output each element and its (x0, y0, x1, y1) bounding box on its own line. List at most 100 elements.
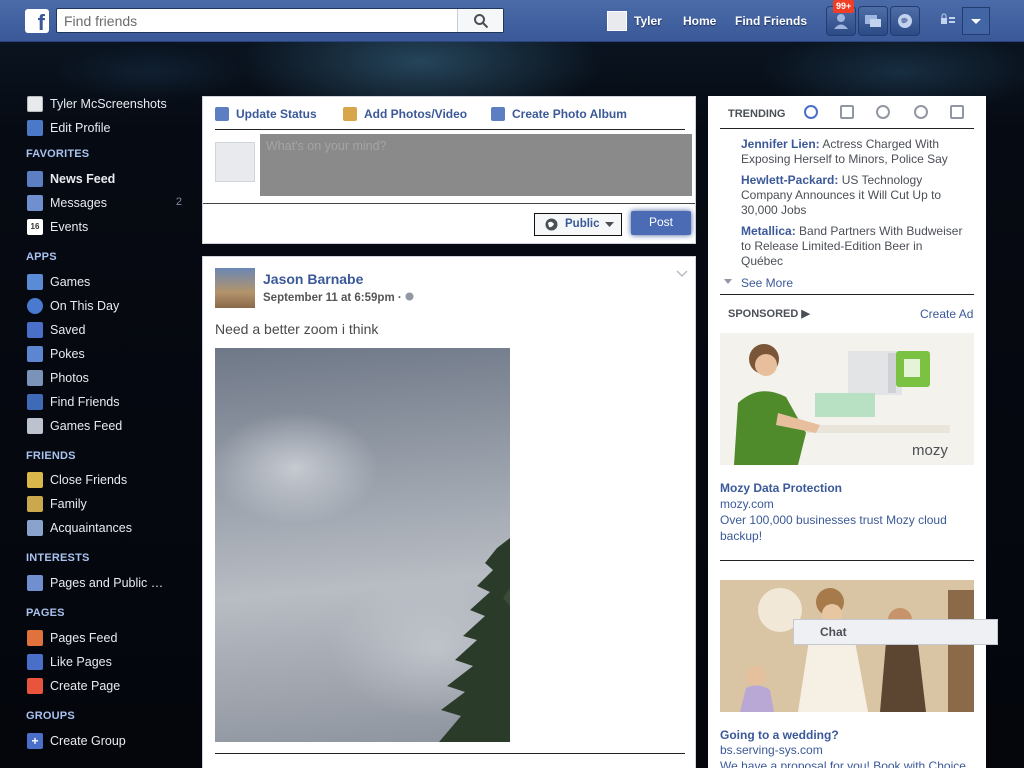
nav-acquaintances[interactable]: Acquaintances (27, 519, 197, 539)
trending-politics-icon[interactable] (840, 105, 854, 119)
pokes-icon (27, 346, 43, 362)
nav-on-this-day[interactable]: On This Day (27, 297, 197, 317)
section-friends: FRIENDS (26, 450, 76, 462)
trending-science-icon[interactable] (876, 105, 890, 119)
find-friends-link[interactable]: Find Friends (735, 14, 807, 28)
privacy-shortcuts-icon[interactable] (940, 13, 956, 27)
trending-item[interactable]: Jennifer Lien: Actress Charged With Expo… (741, 137, 966, 167)
news-feed-icon (27, 171, 43, 187)
chevron-down-icon[interactable] (676, 270, 688, 278)
notifications-jewel-button[interactable] (890, 6, 920, 36)
search-button[interactable] (457, 9, 503, 32)
composer-divider (215, 129, 685, 130)
account-menu-button[interactable] (962, 7, 990, 35)
profile-link[interactable]: Tyler (634, 14, 662, 28)
acquaintances-icon (27, 520, 43, 536)
nav-like-pages-label: Like Pages (50, 655, 112, 669)
tab-create-album[interactable]: Create Photo Album (491, 107, 627, 121)
nav-events[interactable]: 16 Events (27, 218, 197, 238)
ad-title[interactable]: Mozy Data Protection (720, 481, 842, 495)
nav-profile[interactable]: Tyler McScreenshots (27, 95, 197, 115)
author-name[interactable]: Jason Barnabe (263, 271, 363, 287)
nav-create-page[interactable]: Create Page (27, 677, 197, 697)
nav-games-feed[interactable]: Games Feed (27, 417, 197, 437)
tab-add-photos[interactable]: Add Photos/Video (343, 107, 467, 121)
author-avatar[interactable] (215, 268, 255, 308)
see-more-link[interactable]: See More (741, 276, 793, 290)
post-timestamp[interactable]: September 11 at 6:59pm · (263, 292, 414, 304)
story-action-divider (215, 753, 685, 754)
nav-acquaintances-label: Acquaintances (50, 521, 133, 535)
mozy-logo: mozy (912, 442, 948, 459)
nav-edit-profile[interactable]: Edit Profile (27, 119, 197, 139)
home-link[interactable]: Home (683, 14, 716, 28)
user-avatar[interactable] (607, 11, 627, 31)
on-this-day-icon (27, 298, 43, 314)
nav-close-friends[interactable]: Close Friends (27, 471, 197, 491)
ad-image[interactable] (720, 580, 974, 712)
caret-down-icon (724, 279, 732, 284)
nav-find-friends[interactable]: Find Friends (27, 393, 197, 413)
section-favorites: FAVORITES (26, 148, 90, 160)
pages-public-icon (27, 575, 43, 591)
caret-down-icon (971, 19, 981, 24)
nav-games-label: Games (50, 275, 91, 289)
facebook-logo-icon[interactable]: f (25, 9, 49, 33)
nav-photos[interactable]: Photos (27, 369, 197, 389)
section-interests: INTERESTS (26, 552, 90, 564)
pencil-icon (215, 107, 229, 121)
nav-close-friends-label: Close Friends (50, 473, 128, 487)
sponsored-divider (720, 294, 974, 295)
nav-profile-label: Tyler McScreenshots (50, 97, 167, 111)
nav-news-feed[interactable]: News Feed (27, 170, 197, 190)
create-page-icon (27, 678, 43, 694)
ad-description[interactable]: We have a proposal for you! Book with Ch… (720, 758, 974, 768)
trending-entertainment-icon[interactable] (950, 105, 964, 119)
search-box (56, 8, 504, 33)
megaphone-icon: ▶ (801, 308, 810, 320)
trending-item-name: Metallica: (741, 224, 796, 238)
status-composer: Update Status Add Photos/Video Create Ph… (202, 96, 696, 244)
nav-pages-feed[interactable]: Pages Feed (27, 629, 197, 649)
nav-saved[interactable]: Saved (27, 321, 197, 341)
post-photo[interactable] (215, 348, 510, 742)
games-icon (27, 274, 43, 290)
nav-like-pages[interactable]: Like Pages (27, 653, 197, 673)
nav-messages[interactable]: Messages 2 (27, 194, 197, 214)
create-ad-link[interactable]: Create Ad (920, 307, 973, 321)
family-icon (27, 496, 43, 512)
privacy-selector[interactable]: Public (534, 213, 622, 236)
nav-pokes[interactable]: Pokes (27, 345, 197, 365)
trending-sports-icon[interactable] (914, 105, 928, 119)
ad-title[interactable]: Going to a wedding? (720, 728, 839, 742)
trending-item-name: Hewlett-Packard: (741, 173, 839, 187)
chat-bar[interactable]: Chat (793, 619, 998, 645)
ad-divider (720, 560, 974, 561)
profile-avatar-icon (27, 96, 43, 112)
nav-games[interactable]: Games (27, 273, 197, 293)
trending-item[interactable]: Metallica: Band Partners With Budweiser … (741, 224, 966, 269)
nav-messages-label: Messages (50, 196, 107, 210)
messages-count: 2 (175, 196, 182, 208)
ad-photo-office: mozy (720, 333, 974, 465)
tab-update-status[interactable]: Update Status (215, 107, 317, 121)
status-textarea[interactable]: What's on your mind? (260, 134, 692, 196)
ad-image[interactable]: mozy (720, 333, 974, 465)
trending-item[interactable]: Hewlett-Packard: US Technology Company A… (741, 173, 966, 218)
nav-create-group[interactable]: + Create Group (27, 732, 197, 752)
tab-add-photos-label: Add Photos/Video (364, 107, 468, 121)
search-input[interactable] (57, 9, 457, 32)
section-groups: GROUPS (26, 710, 75, 722)
messages-jewel-button[interactable] (858, 6, 888, 36)
ad-domain[interactable]: bs.serving-sys.com (720, 743, 823, 757)
trending-top-icon[interactable] (804, 105, 818, 119)
sponsored-heading-label: SPONSORED (728, 308, 799, 320)
tree-silhouette (439, 538, 510, 742)
post-button[interactable]: Post (631, 211, 691, 235)
nav-pages-public[interactable]: Pages and Public … (27, 574, 197, 594)
post-text: Need a better zoom i think (215, 321, 379, 337)
nav-family[interactable]: Family (27, 495, 197, 515)
ad-domain[interactable]: mozy.com (720, 497, 774, 511)
nav-pages-feed-label: Pages Feed (50, 631, 118, 645)
ad-description[interactable]: Over 100,000 businesses trust Mozy cloud… (720, 512, 974, 544)
